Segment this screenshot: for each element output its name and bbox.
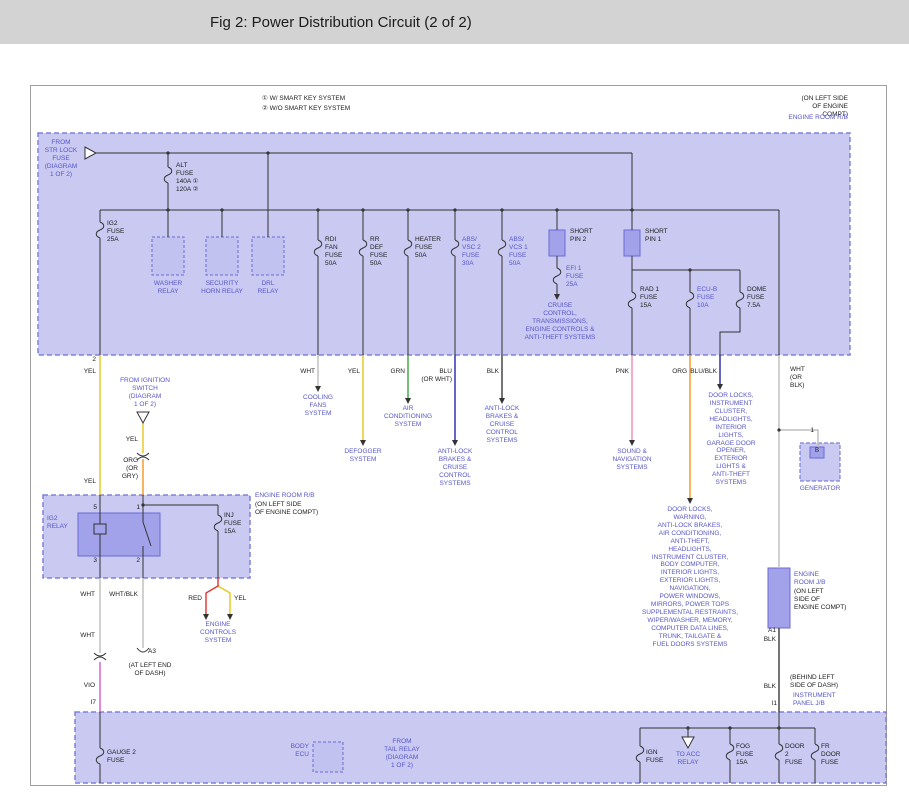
dest-engine-controls: ENGINE CONTROLS SYSTEM: [200, 621, 236, 645]
dome-fuse-label: DOME FUSE 7.5A: [747, 286, 767, 310]
dest-defogger: DEFOGGER SYSTEM: [344, 448, 381, 464]
exit-pin-2-label: 2: [92, 356, 96, 364]
from-str-lock-fuse-label: FROM STR LOCK FUSE (DIAGRAM 1 OF 2): [45, 139, 78, 179]
cruise-destination-label: CRUISE CONTROL, TRANSMISSIONS, ENGINE CO…: [525, 302, 596, 342]
relay-pin-5-label: 5: [93, 504, 97, 512]
engine-room-jb-icon: [768, 568, 790, 628]
wire-grn-ac-label: GRN: [391, 368, 405, 376]
generator-label: GENERATOR: [800, 485, 841, 493]
relay-pin-1-label: 1: [136, 504, 140, 512]
instrument-panel-jb-name-label: INSTRUMENT PANEL J/B: [793, 692, 836, 708]
dest-sound-nav: SOUND & NAVIGATION SYSTEMS: [612, 448, 651, 472]
dest-abs-cruise-1: ANTI-LOCK BRAKES & CRUISE CONTROL SYSTEM…: [438, 448, 473, 488]
drl-relay-icon: [252, 237, 284, 275]
ig2-rb-location-label: (ON LEFT SIDE OF ENGINE COMPT): [255, 501, 318, 517]
wire-blk-upper-label: BLK: [764, 636, 776, 644]
ig2-fuse-label: IG2 FUSE 25A: [107, 220, 124, 244]
legend-no-smart-key: ② W/O SMART KEY SYSTEM: [262, 105, 350, 113]
fog-fuse-label: FOG FUSE 15A: [736, 743, 753, 767]
engine-room-jb-location-label: (ON LEFT SIDE OF ENGINE COMPT): [794, 588, 846, 612]
generator-pin-1-label: 1: [810, 427, 814, 435]
body-ecu-icon: [313, 742, 343, 772]
short-pin-2-label: SHORT PIN 2: [570, 228, 593, 244]
wire-yel-1-label: YEL: [84, 368, 96, 376]
rdi-fan-fuse-label: RDI FAN FUSE 50A: [325, 236, 342, 268]
drl-relay-label: DRL RELAY: [258, 280, 279, 296]
ign-fuse-label: IGN FUSE: [646, 749, 663, 765]
relay-pin-2-label: 2: [136, 557, 140, 565]
wire-wht-or-blk-label: WHT (OR BLK): [790, 366, 805, 390]
generator-terminal-b-label: B: [815, 448, 819, 455]
from-tail-relay-label: FROM TAIL RELAY (DIAGRAM 1 OF 2): [384, 738, 420, 770]
wire-yel-ignition-label: YEL: [126, 436, 138, 444]
inj-fuse-label: INJ FUSE 15A: [224, 512, 241, 536]
connector-a3-label: A3: [148, 648, 156, 656]
door-2-fuse-label: DOOR 2 FUSE: [785, 743, 805, 767]
wire-wht-lower-label: WHT: [80, 632, 95, 640]
efi1-fuse-label: EFI 1 FUSE 25A: [566, 265, 583, 289]
fr-door-fuse-label: FR DOOR FUSE: [821, 743, 841, 767]
security-horn-relay-label: SECURITY HORN RELAY: [201, 280, 243, 296]
from-ignition-switch-label: FROM IGNITION SWITCH (DIAGRAM 1 OF 2): [120, 377, 170, 409]
short-pin-2-icon: [549, 230, 565, 256]
wire-vio-label: VIO: [84, 682, 95, 690]
heater-fuse-label: HEATER FUSE 50A: [415, 236, 441, 260]
wire-red-inj-label: RED: [188, 595, 202, 603]
abs-vsc2-fuse-label: ABS/ VSC 2 FUSE 30A: [462, 236, 481, 268]
wire-org-doors-label: ORG: [672, 368, 687, 376]
wire-org-or-gry-label: ORG (OR GRY): [122, 457, 138, 481]
body-ecu-label: BODY ECU: [291, 743, 309, 759]
wire-wht-pin3-label: WHT: [80, 591, 95, 599]
ig2-relay-label: IG2 RELAY: [47, 515, 68, 531]
gauge2-fuse-label: GAUGE 2 FUSE: [107, 749, 136, 765]
wire-wht-blk-pin2-label: WHT/BLK: [109, 591, 138, 599]
wire-wht-cooling-label: WHT: [300, 368, 315, 376]
instrument-panel-jb-box: [75, 712, 886, 783]
engine-room-jb-name-label: ENGINE ROOM J/B: [794, 571, 825, 587]
wire-blk-lower-label: BLK: [764, 683, 776, 691]
engine-room-rb-name: ENGINE ROOM R/B: [788, 114, 848, 122]
a3-location-label: (AT LEFT END OF DASH): [129, 662, 172, 678]
wire-blk-abs-label: BLK: [487, 368, 499, 376]
relay-pin-3-label: 3: [93, 557, 97, 565]
wire-yel-2-label: YEL: [84, 478, 96, 486]
connector-i7-label: I7: [91, 699, 96, 707]
legend-smart-key: ① W/ SMART KEY SYSTEM: [262, 95, 345, 103]
rad1-fuse-label: RAD 1 FUSE 15A: [640, 286, 659, 310]
wire-blu-or-wht-label: BLU (OR WHT): [421, 368, 452, 384]
wire-pnk-sound-label: PNK: [616, 368, 629, 376]
ig2-relay-icon: [78, 513, 160, 556]
abs-vcs1-fuse-label: ABS/ VCS 1 FUSE 50A: [509, 236, 528, 268]
washer-relay-label: WASHER RELAY: [154, 280, 182, 296]
wire-blu-blk-label: BLU/BLK: [690, 368, 717, 376]
dest-door-locks-long: DOOR LOCKS, WARNING, ANTI-LOCK BRAKES, A…: [642, 506, 738, 649]
wire-yel-defogger-label: YEL: [348, 368, 360, 376]
dest-abs-cruise-2: ANTI-LOCK BRAKES & CRUISE CONTROL SYSTEM…: [485, 405, 520, 445]
dest-cooling-fans: COOLING FANS SYSTEM: [303, 394, 333, 418]
figure-page: Fig 2: Power Distribution Circuit (2 of …: [0, 0, 909, 802]
short-pin-1-icon: [624, 230, 640, 256]
short-pin-1-label: SHORT PIN 1: [645, 228, 668, 244]
to-acc-relay-label: TO ACC RELAY: [676, 751, 700, 767]
security-horn-relay-icon: [206, 237, 238, 275]
alt-fuse-label: ALT FUSE 140A ① 120A ②: [176, 162, 198, 194]
rr-def-fuse-label: RR DEF FUSE 50A: [370, 236, 387, 268]
ecub-fuse-label: ECU-B FUSE 10A: [697, 286, 717, 310]
dest-air-conditioning: AIR CONDITIONING SYSTEM: [384, 405, 432, 429]
instrument-panel-jb-location-label: (BEHIND LEFT SIDE OF DASH): [790, 674, 838, 690]
from-ignition-triangle-icon: [137, 412, 149, 423]
wire-yel-inj-label: YEL: [234, 595, 246, 603]
washer-relay-icon: [152, 237, 184, 275]
connector-i1-label: I1: [772, 700, 777, 708]
ig2-rb-name-label: ENGINE ROOM R/B: [255, 492, 315, 500]
wires-red: [206, 578, 218, 614]
connector-a1-label: A1: [768, 627, 776, 635]
dest-door-locks-short: DOOR LOCKS, INSTRUMENT CLUSTER, HEADLIGH…: [706, 392, 755, 487]
